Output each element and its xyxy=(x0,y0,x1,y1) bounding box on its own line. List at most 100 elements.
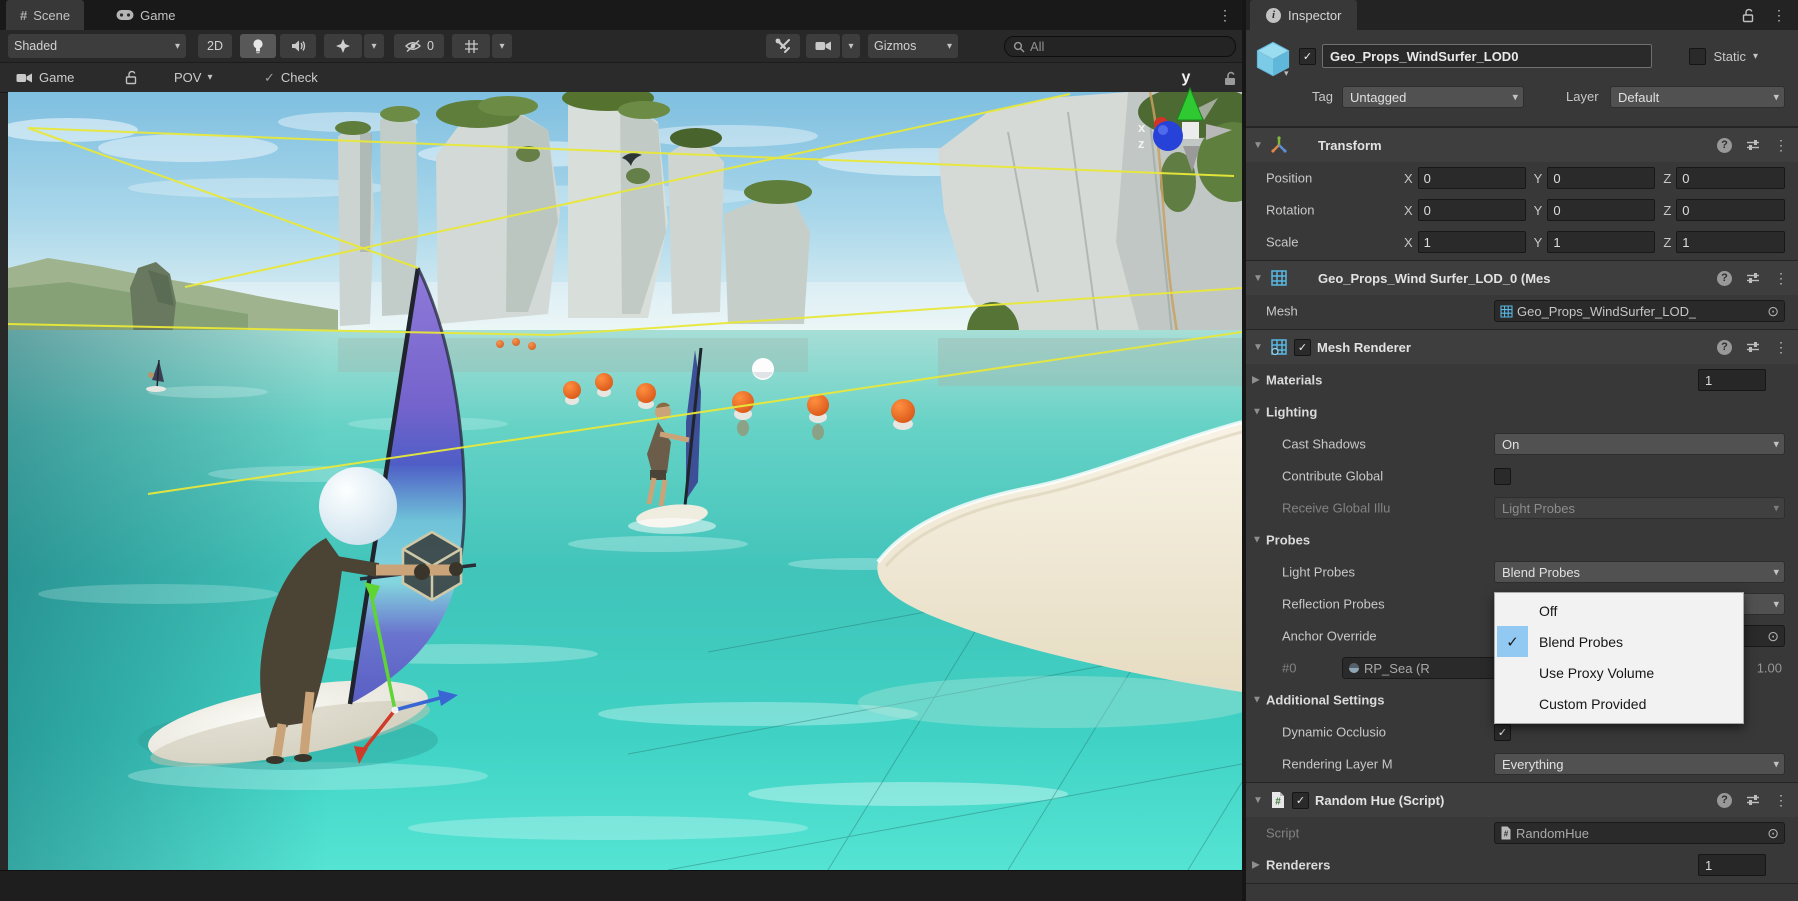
toggle-2d-button[interactable]: 2D xyxy=(198,34,232,58)
position-x-field[interactable]: 0 xyxy=(1418,167,1526,189)
script-icon: # xyxy=(1500,826,1512,840)
position-z-field[interactable]: 0 xyxy=(1676,167,1785,189)
foldout-icon[interactable]: ▼ xyxy=(1252,407,1262,418)
overlay-game-camera-button[interactable]: Game xyxy=(10,65,80,90)
presets-icon[interactable] xyxy=(1746,793,1760,807)
object-picker-icon[interactable]: ⊙ xyxy=(1767,825,1779,842)
object-picker-icon[interactable]: ⊙ xyxy=(1767,628,1779,645)
scene-tools-button[interactable] xyxy=(766,34,800,58)
transform-icon xyxy=(1270,136,1288,154)
help-icon[interactable]: ? xyxy=(1717,271,1732,286)
menu-item-blend-probes[interactable]: ✓ Blend Probes xyxy=(1495,626,1743,657)
random-hue-header[interactable]: ▼ # ✓ Random Hue (Script) ? ⋮ xyxy=(1246,782,1798,817)
scene-search-input[interactable]: All xyxy=(1004,36,1236,57)
foldout-icon[interactable]: ▼ xyxy=(1252,342,1264,353)
dynamic-occlusion-checkbox[interactable]: ✓ xyxy=(1494,724,1511,741)
inspector-menu-icon[interactable]: ⋮ xyxy=(1772,7,1786,24)
gameobject-active-checkbox[interactable]: ✓ xyxy=(1299,48,1316,65)
rotation-y-field[interactable]: 0 xyxy=(1547,199,1655,221)
lighting-label: Lighting xyxy=(1266,405,1317,420)
scene-camera-dropdown[interactable]: ▾ xyxy=(842,34,860,58)
menu-item-use-proxy-volume[interactable]: Use Proxy Volume xyxy=(1495,657,1743,688)
scene-effects-button[interactable] xyxy=(324,34,362,58)
random-hue-enabled-checkbox[interactable]: ✓ xyxy=(1292,792,1309,809)
tab-scene[interactable]: # Scene xyxy=(6,0,84,30)
script-object-field[interactable]: # RandomHue ⊙ xyxy=(1494,822,1785,844)
component-menu-icon[interactable]: ⋮ xyxy=(1774,792,1788,809)
presets-icon[interactable] xyxy=(1746,138,1760,152)
presets-icon[interactable] xyxy=(1746,271,1760,285)
layer-dropdown[interactable]: Default ▾ xyxy=(1610,86,1785,108)
rendering-layer-dropdown[interactable]: Everything ▾ xyxy=(1494,753,1785,775)
mesh-renderer-header[interactable]: ▼ ✓ Mesh Renderer ? ⋮ xyxy=(1246,329,1798,364)
grid-settings-dropdown[interactable]: ▾ xyxy=(492,34,512,58)
foldout-icon[interactable]: ▶ xyxy=(1252,375,1260,386)
scene-camera-button[interactable] xyxy=(806,34,840,58)
tag-dropdown[interactable]: Untagged ▾ xyxy=(1342,86,1524,108)
help-icon[interactable]: ? xyxy=(1717,793,1732,808)
position-y-field[interactable]: 0 xyxy=(1547,167,1655,189)
search-icon xyxy=(1013,41,1025,53)
scene-lighting-button[interactable] xyxy=(240,34,276,58)
overlay-check-toggle[interactable]: ✓ Check xyxy=(258,65,324,90)
scene-panel-menu-icon[interactable]: ⋮ xyxy=(1218,7,1232,24)
help-icon[interactable]: ? xyxy=(1717,138,1732,153)
mesh-filter-header[interactable]: ▼ Geo_Props_Wind Surfer_LOD_0 (Mes ? ⋮ xyxy=(1246,260,1798,295)
renderers-row[interactable]: ▶ Renderers 1 xyxy=(1246,849,1798,881)
help-icon[interactable]: ? xyxy=(1717,340,1732,355)
component-menu-icon[interactable]: ⋮ xyxy=(1774,339,1788,356)
presets-icon[interactable] xyxy=(1746,340,1760,354)
lighting-section-row[interactable]: ▼ Lighting xyxy=(1246,396,1798,428)
mesh-object-field[interactable]: Geo_Props_WindSurfer_LOD_ ⊙ xyxy=(1494,300,1785,322)
cast-shadows-dropdown[interactable]: On ▾ xyxy=(1494,433,1785,455)
viewport-lock-icon[interactable] xyxy=(1222,70,1238,86)
rotation-x-field[interactable]: 0 xyxy=(1418,199,1526,221)
grid-visibility-button[interactable] xyxy=(452,34,490,58)
light-probes-dropdown[interactable]: Blend Probes ▾ xyxy=(1494,561,1785,583)
hidden-objects-button[interactable]: 0 xyxy=(394,34,444,58)
foldout-icon[interactable]: ▼ xyxy=(1252,795,1264,806)
foldout-icon[interactable]: ▼ xyxy=(1252,140,1264,151)
search-value: All xyxy=(1030,39,1044,54)
shading-mode-dropdown[interactable]: Shaded ▾ xyxy=(8,34,186,58)
inspector-lock-icon[interactable] xyxy=(1741,8,1756,23)
renderers-count-field[interactable]: 1 xyxy=(1698,854,1766,876)
gameobject-name-input[interactable]: Geo_Props_WindSurfer_LOD0 xyxy=(1322,44,1652,68)
menu-item-custom-provided[interactable]: Custom Provided xyxy=(1495,688,1743,719)
foldout-icon[interactable]: ▶ xyxy=(1252,860,1260,871)
chevron-down-icon: ▾ xyxy=(1773,502,1779,515)
gameobject-header: ▾ ✓ Geo_Props_WindSurfer_LOD0 Static ▾ T… xyxy=(1246,30,1798,127)
random-hue-title: Random Hue (Script) xyxy=(1315,793,1444,808)
tab-inspector[interactable]: i Inspector xyxy=(1250,0,1357,30)
component-menu-icon[interactable]: ⋮ xyxy=(1774,270,1788,287)
scale-z-field[interactable]: 1 xyxy=(1676,231,1785,253)
materials-count-field[interactable]: 1 xyxy=(1698,369,1766,391)
contribute-gi-checkbox[interactable] xyxy=(1494,468,1511,485)
gizmos-dropdown[interactable]: Gizmos ▾ xyxy=(868,34,958,58)
static-checkbox[interactable] xyxy=(1689,48,1706,65)
scene-viewport[interactable] xyxy=(8,92,1242,870)
materials-row[interactable]: ▶ Materials 1 xyxy=(1246,364,1798,396)
menu-item-off[interactable]: Off xyxy=(1495,595,1743,626)
tab-game[interactable]: Game xyxy=(102,0,189,30)
scale-x-field[interactable]: 1 xyxy=(1418,231,1526,253)
menu-item-label: Blend Probes xyxy=(1539,634,1623,650)
foldout-icon[interactable]: ▼ xyxy=(1252,695,1262,706)
foldout-icon[interactable]: ▼ xyxy=(1252,273,1264,284)
foldout-icon[interactable]: ▼ xyxy=(1252,535,1262,546)
rotation-z-field[interactable]: 0 xyxy=(1676,199,1785,221)
probes-section-row[interactable]: ▼ Probes xyxy=(1246,524,1798,556)
overlay-lock-button[interactable] xyxy=(118,65,145,90)
transform-header[interactable]: ▼ Transform ? ⋮ xyxy=(1246,127,1798,162)
static-dropdown-icon[interactable]: ▾ xyxy=(1753,51,1758,62)
mesh-renderer-enabled-checkbox[interactable]: ✓ xyxy=(1294,339,1311,356)
scene-toolbar: Shaded ▾ 2D ▾ xyxy=(0,30,1242,63)
component-menu-icon[interactable]: ⋮ xyxy=(1774,137,1788,154)
scale-y-field[interactable]: 1 xyxy=(1547,231,1655,253)
object-picker-icon[interactable]: ⊙ xyxy=(1767,303,1779,320)
info-icon: i xyxy=(1266,8,1281,23)
scene-audio-button[interactable] xyxy=(280,34,316,58)
chevron-down-icon: ▾ xyxy=(1773,598,1779,611)
overlay-pov-dropdown[interactable]: POV ▾ xyxy=(168,65,219,90)
scene-effects-dropdown[interactable]: ▾ xyxy=(364,34,384,58)
